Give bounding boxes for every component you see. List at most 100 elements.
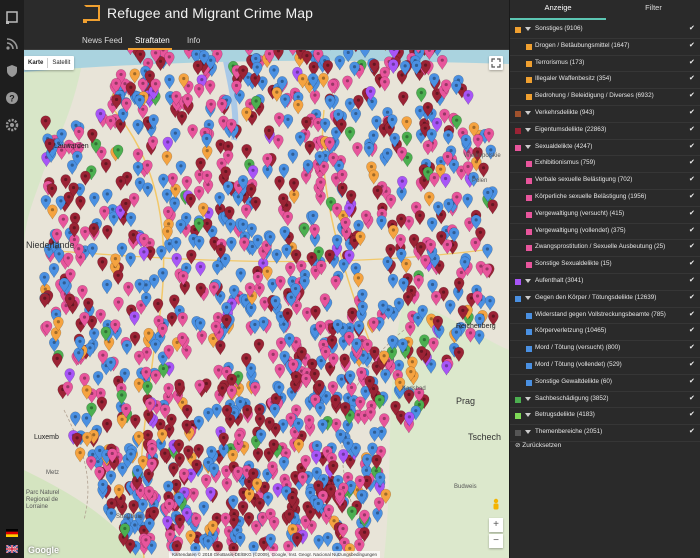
expand-caret-icon[interactable] (525, 396, 531, 401)
checkmark-icon[interactable]: ✔ (689, 277, 697, 285)
crime-marker-dot (430, 220, 434, 225)
checkmark-icon[interactable]: ✔ (689, 75, 697, 83)
expand-caret-icon[interactable] (525, 27, 531, 31)
category-row[interactable]: Verbale sexuelle Belästigung (702) ✔ (510, 173, 700, 190)
crime-marker-dot (354, 111, 358, 116)
category-row[interactable]: Verkehrsdelikte (943) ✔ (510, 106, 700, 123)
checkmark-icon[interactable]: ✔ (689, 344, 697, 352)
expand-caret-icon[interactable] (525, 278, 531, 283)
crime-marker-dot (331, 356, 336, 360)
checkmark-icon[interactable]: ✔ (689, 361, 697, 369)
reset-button[interactable]: ⊘ Zurücksetzen (515, 441, 561, 449)
crime-marker-dot (476, 137, 480, 141)
crime-marker-dot (439, 167, 443, 171)
map-type-satellit-button[interactable]: Satellit (48, 56, 74, 70)
category-row[interactable]: Körperliche sexuelle Belästigung (1956) ✔ (510, 190, 700, 207)
category-row[interactable]: Gegen den Körper / Tötungsdelikte (12639… (510, 291, 700, 308)
map-attribution[interactable]: Kartendaten © 2018 GeoBasis-DE/BKG (©200… (169, 551, 381, 558)
crime-map[interactable]: Lauwarden Niederlande Wielkopolskie Pole… (24, 50, 509, 558)
checkmark-icon[interactable]: ✔ (689, 59, 697, 67)
checkmark-icon[interactable]: ✔ (689, 42, 697, 50)
expand-caret-icon[interactable] (525, 295, 531, 300)
category-row[interactable]: Themenbereiche (2051) ✔ (510, 425, 700, 442)
crime-marker-dot (186, 448, 190, 453)
category-row[interactable]: Illegaler Waffenbesitz (354) ✔ (510, 72, 700, 90)
checkmark-icon[interactable]: ✔ (689, 395, 697, 403)
checkmark-icon[interactable]: ✔ (689, 176, 697, 184)
crime-marker-dot (252, 544, 256, 549)
crime-marker-dot (426, 170, 430, 174)
german-flag-icon[interactable] (6, 524, 18, 537)
crime-marker-dot (172, 297, 176, 302)
category-row[interactable]: Drogen / Betäubungsmittel (1647) ✔ (510, 39, 700, 56)
category-row[interactable]: Betrugsdelikte (4183) ✔ (510, 408, 700, 426)
checkmark-icon[interactable]: ✔ (689, 311, 697, 319)
svg-text:?: ? (9, 94, 15, 104)
category-row[interactable]: Terrorismus (173) ✔ (510, 56, 700, 73)
checkmark-icon[interactable]: ✔ (689, 327, 697, 335)
zoom-out-button[interactable]: − (489, 534, 503, 548)
category-row[interactable]: Eigentumsdelikte (22863) ✔ (510, 123, 700, 140)
rss-feed-icon[interactable] (5, 37, 19, 51)
crime-marker-dot (410, 360, 414, 364)
category-row[interactable]: Mord / Tötung (vollendet) (529) ✔ (510, 358, 700, 375)
tab-info[interactable]: Info (187, 36, 200, 45)
expand-caret-icon[interactable] (525, 127, 531, 132)
category-row[interactable]: Körperverletzung (10465) ✔ (510, 324, 700, 342)
category-row[interactable]: Mord / Tötung (versucht) (800) ✔ (510, 341, 700, 358)
settings-gear-icon[interactable] (5, 118, 19, 132)
checkmark-icon[interactable]: ✔ (689, 210, 697, 218)
fullscreen-button[interactable] (489, 56, 503, 70)
expand-caret-icon[interactable] (525, 413, 531, 418)
category-row[interactable]: Sonstige Sexualdelikte (15) ✔ (510, 257, 700, 274)
category-row[interactable]: Sonstige Gewaltdelikte (60) ✔ (510, 375, 700, 392)
category-row[interactable]: Sonstiges (9106) ✔ (510, 22, 700, 39)
panel-tab-filter[interactable]: Filter (606, 0, 700, 20)
category-row[interactable]: Vergewaltigung (versucht) (415) ✔ (510, 207, 700, 224)
zoom-in-button[interactable]: + (489, 518, 503, 532)
crime-marker-dot (261, 261, 265, 265)
checkmark-icon[interactable]: ✔ (689, 193, 697, 201)
crime-marker-dot (319, 180, 323, 184)
map-type-karte-button[interactable]: Karte (24, 56, 47, 70)
tab-news-feed[interactable]: News Feed (82, 36, 122, 45)
crime-marker-dot (236, 195, 240, 199)
crime-marker-dot (118, 208, 123, 212)
expand-caret-icon[interactable] (525, 110, 531, 115)
checkmark-icon[interactable]: ✔ (689, 159, 697, 167)
checkmark-icon[interactable]: ✔ (689, 25, 697, 33)
crime-marker-dot (362, 513, 367, 517)
checkmark-icon[interactable]: ✔ (689, 243, 697, 251)
checkmark-icon[interactable]: ✔ (689, 109, 697, 117)
category-row[interactable]: Bedrohung / Beleidigung / Diverses (6932… (510, 89, 700, 106)
map-place-label: Metz (46, 470, 60, 476)
category-row[interactable]: Zwangsprostitution / Sexuelle Ausbeutung… (510, 240, 700, 258)
category-row[interactable]: Exhibitionismus (759) ✔ (510, 156, 700, 174)
crime-marker-dot (435, 91, 439, 95)
panel-tab-anzeige[interactable]: Anzeige (510, 0, 606, 20)
checkmark-icon[interactable]: ✔ (689, 227, 697, 235)
checkmark-icon[interactable]: ✔ (689, 143, 697, 151)
square-frame-icon[interactable] (5, 10, 19, 24)
expand-caret-icon[interactable] (525, 430, 531, 435)
checkmark-icon[interactable]: ✔ (689, 294, 697, 302)
crime-marker-dot (328, 140, 332, 144)
help-question-icon[interactable]: ? (5, 91, 19, 105)
checkmark-icon[interactable]: ✔ (689, 126, 697, 134)
category-row[interactable]: Aufenthalt (3041) ✔ (510, 274, 700, 291)
checkmark-icon[interactable]: ✔ (689, 92, 697, 100)
category-row[interactable]: Widerstand gegen Vollstreckungsbeamte (7… (510, 308, 700, 325)
street-view-pegman-icon[interactable] (491, 498, 501, 512)
shield-icon[interactable] (5, 64, 19, 78)
checkmark-icon[interactable]: ✔ (689, 260, 697, 268)
checkmark-icon[interactable]: ✔ (689, 411, 697, 419)
checkmark-icon[interactable]: ✔ (689, 378, 697, 386)
expand-caret-icon[interactable] (525, 144, 531, 149)
crime-marker-dot (294, 408, 298, 412)
category-row[interactable]: Sachbeschädigung (3852) ✔ (510, 392, 700, 409)
uk-flag-icon[interactable] (5, 540, 19, 554)
tab-straftaten[interactable]: Straftaten (135, 36, 170, 45)
category-row[interactable]: Vergewaltigung (vollendet) (375) ✔ (510, 224, 700, 241)
checkmark-icon[interactable]: ✔ (689, 428, 697, 436)
category-row[interactable]: Sexualdelikte (4247) ✔ (510, 140, 700, 157)
